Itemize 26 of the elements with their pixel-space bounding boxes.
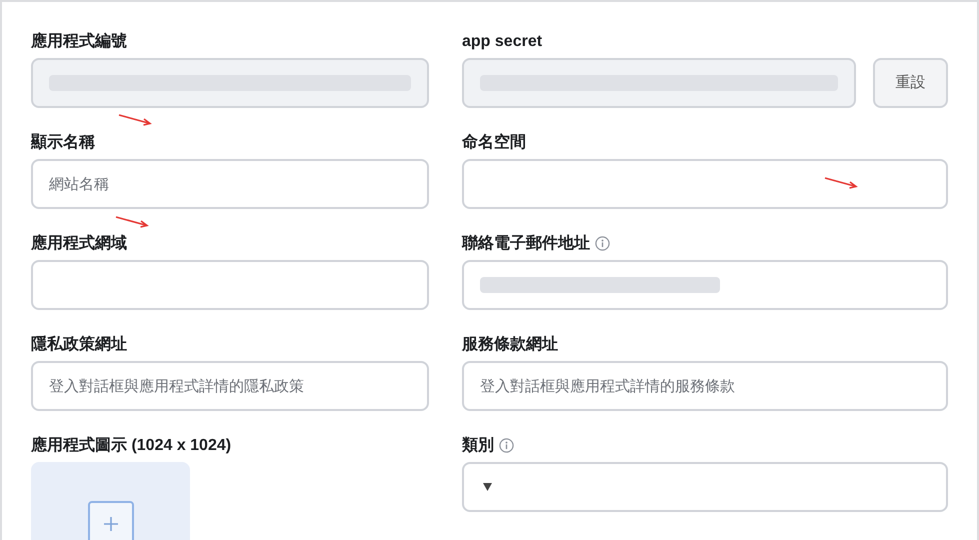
field-label: 命名空間 xyxy=(462,132,526,153)
field-label: 聯絡電子郵件地址 xyxy=(462,234,590,254)
annotation-arrow xyxy=(118,114,152,126)
field-label: app secret xyxy=(462,32,542,52)
text-field[interactable]: 登入對話框與應用程式詳情的服務條款 xyxy=(462,361,948,411)
info-icon[interactable] xyxy=(595,236,610,251)
plus-icon xyxy=(104,517,118,531)
category-dropdown[interactable] xyxy=(462,462,948,512)
annotation-arrow xyxy=(824,177,858,189)
text-field[interactable]: 網站名稱 xyxy=(31,159,429,209)
field-label: 應用程式編號 xyxy=(31,31,127,52)
field-label: 顯示名稱 xyxy=(31,132,95,153)
caret-icon xyxy=(483,483,492,491)
field-label: 服務條款網址 xyxy=(462,334,558,355)
field-label: 類別 xyxy=(462,436,494,456)
field-label: 應用程式圖示 (1024 x 1024) xyxy=(31,435,232,456)
text-field[interactable] xyxy=(462,159,948,209)
annotation-arrow xyxy=(115,216,149,228)
icon-upload-area[interactable] xyxy=(31,462,190,540)
add-button[interactable] xyxy=(88,501,134,540)
masked-field[interactable] xyxy=(462,260,948,310)
text-field[interactable]: 登入對話框與應用程式詳情的隱私政策 xyxy=(31,361,429,411)
field-label: 應用程式網域 xyxy=(31,233,127,254)
info-icon[interactable] xyxy=(499,438,514,453)
text-field[interactable] xyxy=(31,260,429,310)
field-label: 隱私政策網址 xyxy=(31,334,127,355)
